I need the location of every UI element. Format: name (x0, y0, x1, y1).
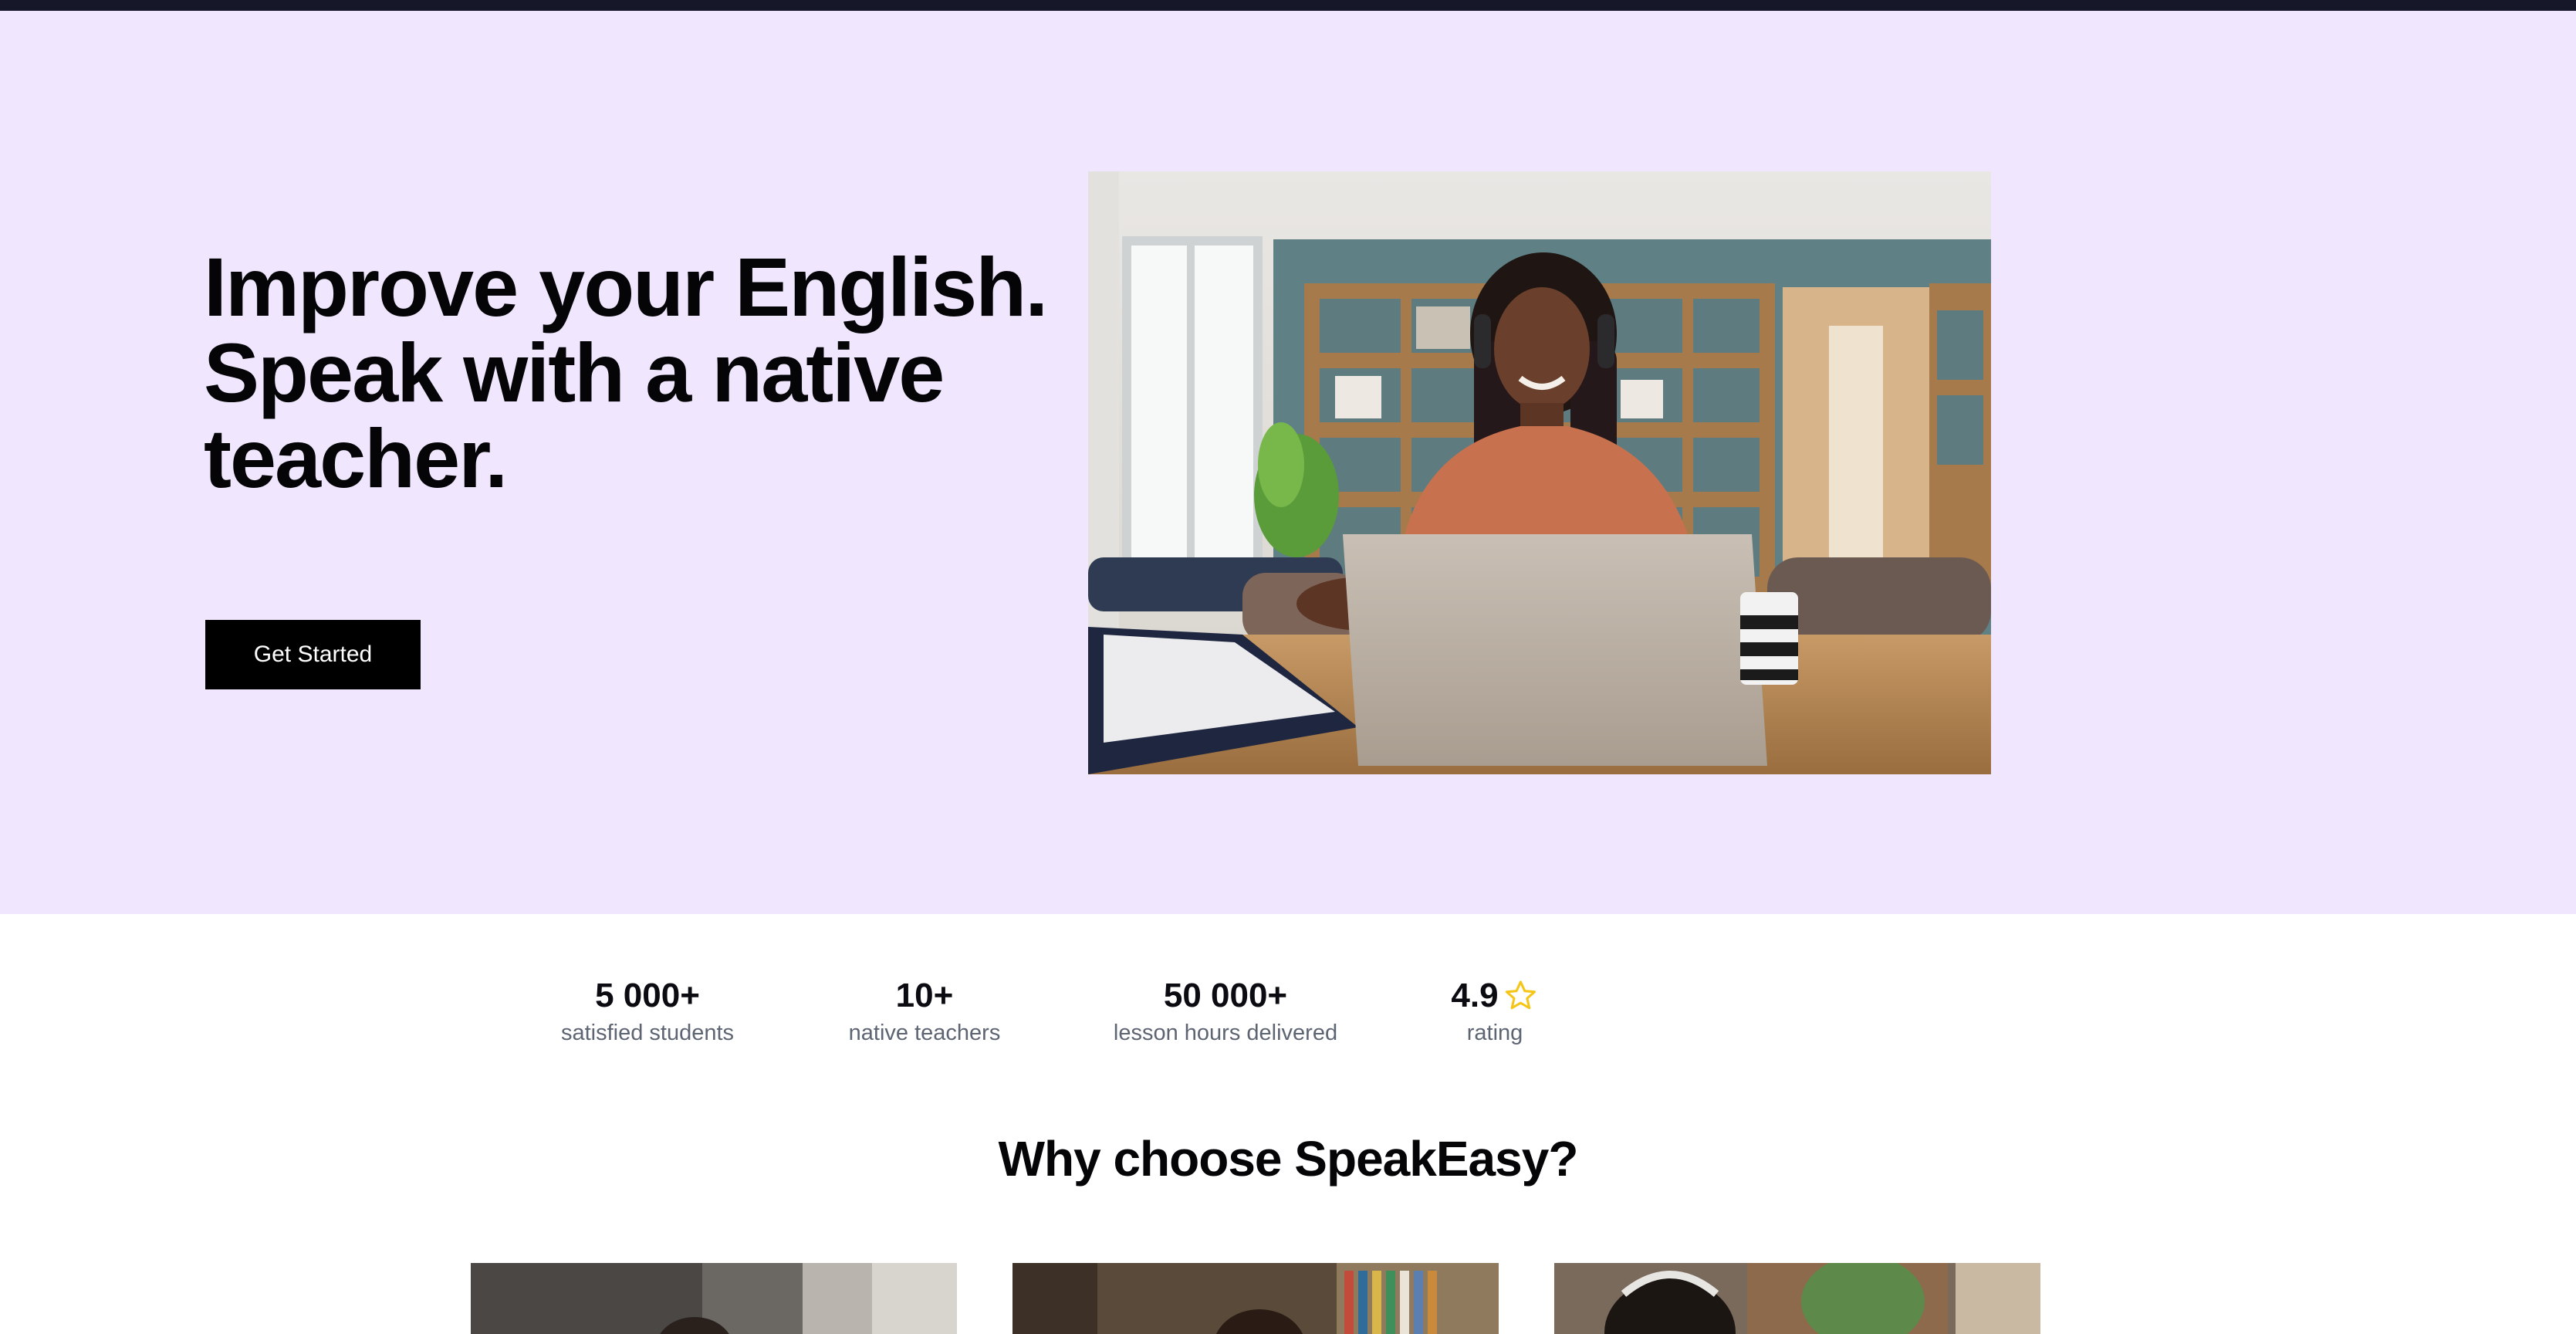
hero-section: Improve your English. Speak with a nativ… (0, 11, 2576, 914)
feature-card-image-3 (1554, 1263, 2040, 1334)
features-heading: Why choose SpeakEasy? (998, 1131, 1579, 1187)
hero-image-student-with-laptop (1088, 171, 1991, 774)
stat-label: lesson hours delivered (1113, 1021, 1338, 1045)
stat-rating: 4.9 rating (1451, 976, 1538, 1048)
stat-satisfied-students: 5 000+ satisfied students (561, 976, 734, 1048)
stat-label: satisfied students (560, 1021, 735, 1045)
hero-headline-line: Speak with a native (204, 326, 945, 419)
stat-label: rating (1466, 1021, 1523, 1045)
feature-card-image-1 (471, 1263, 957, 1334)
stat-native-teachers: 10+ native teachers (849, 976, 1001, 1048)
stat-value: 4.9 (1451, 977, 1499, 1014)
stat-label: native teachers (848, 1021, 1001, 1045)
feature-card-image-2 (1012, 1263, 1499, 1334)
hero-headline: Improve your English. Speak with a nativ… (204, 244, 1068, 501)
hero-headline-line: teacher. (204, 411, 508, 505)
stats-section: 5 000+ satisfied students 10+ native tea… (0, 914, 2576, 1068)
hero-headline-line: Improve your English. (204, 240, 1048, 334)
stat-value: 5 000+ (595, 977, 700, 1014)
top-bar (0, 0, 2576, 11)
get-started-button[interactable]: Get Started (205, 620, 421, 689)
star-icon (1506, 980, 1536, 1010)
stat-value: 10+ (895, 977, 954, 1014)
stat-lesson-hours: 50 000+ lesson hours delivered (1114, 976, 1337, 1048)
stat-value: 50 000+ (1163, 977, 1288, 1014)
stat-rating-value-row: 4.9 (1451, 976, 1538, 1016)
